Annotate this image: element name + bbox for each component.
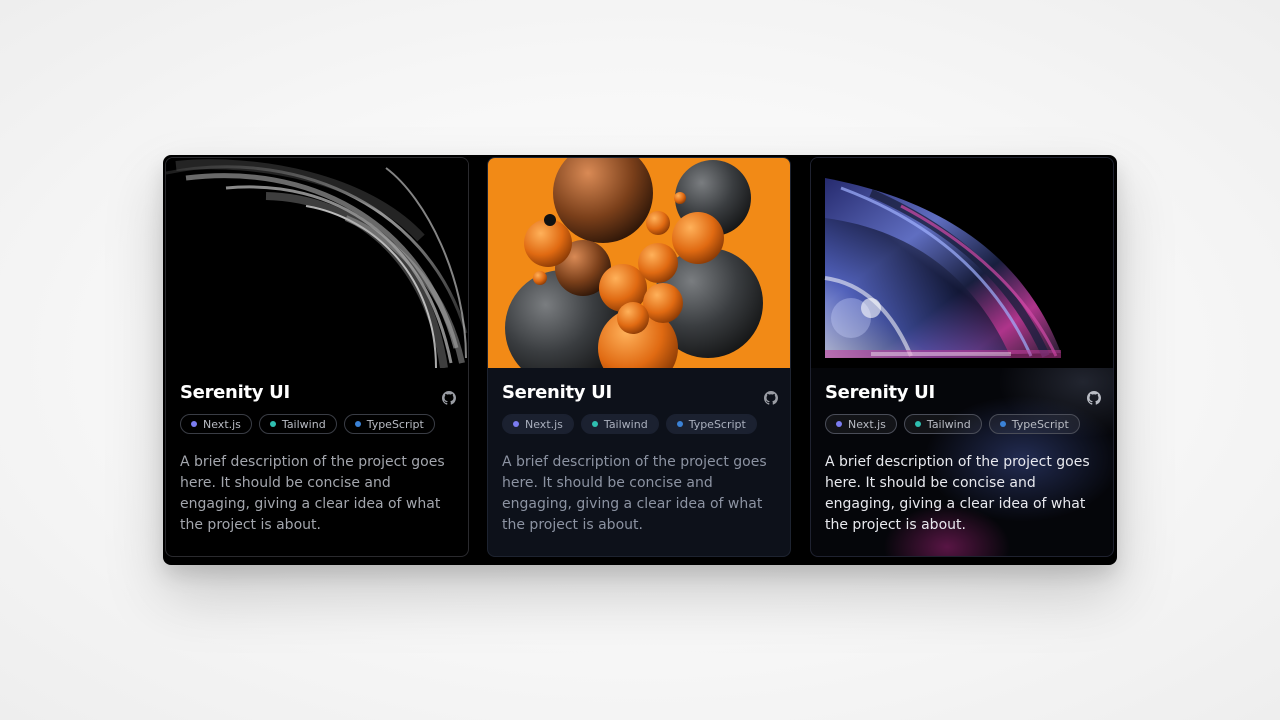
tag-label: Next.js bbox=[203, 417, 241, 431]
tag-dot bbox=[999, 421, 1006, 427]
tag-typescript: TypeScript bbox=[665, 414, 757, 434]
tag-label: Tailwind bbox=[603, 417, 648, 431]
project-image-iridescent-wave bbox=[811, 158, 1113, 368]
tag-label: Tailwind bbox=[926, 417, 971, 431]
project-title: Serenity UI bbox=[502, 382, 612, 403]
tag-dot bbox=[676, 421, 683, 427]
project-card-2[interactable]: Serenity UI Next.js Tailwind TypeScript … bbox=[487, 157, 791, 557]
project-title: Serenity UI bbox=[180, 382, 290, 403]
project-title: Serenity UI bbox=[825, 382, 935, 403]
tech-tags: Next.js Tailwind TypeScript bbox=[825, 414, 1080, 434]
tag-typescript: TypeScript bbox=[988, 414, 1080, 434]
project-image-chrome-swirl bbox=[166, 158, 468, 368]
tag-tailwind: Tailwind bbox=[258, 414, 337, 434]
tag-dot bbox=[836, 421, 842, 427]
tag-label: TypeScript bbox=[688, 417, 746, 431]
tag-typescript: TypeScript bbox=[343, 414, 435, 434]
tag-label: Tailwind bbox=[281, 417, 326, 431]
tag-tailwind: Tailwind bbox=[580, 414, 659, 434]
project-description: A brief description of the project goes … bbox=[502, 454, 767, 533]
project-card-3[interactable]: Serenity UI Next.js Tailwind TypeScript … bbox=[810, 157, 1114, 557]
tag-tailwind: Tailwind bbox=[903, 414, 982, 434]
tech-tags: Next.js Tailwind TypeScript bbox=[502, 414, 757, 434]
project-description: A brief description of the project goes … bbox=[180, 454, 445, 533]
tag-dot bbox=[191, 421, 197, 427]
tag-dot bbox=[914, 421, 921, 427]
tag-dot bbox=[591, 421, 598, 427]
github-icon[interactable] bbox=[1087, 390, 1101, 405]
project-image-orange-spheres bbox=[488, 158, 790, 368]
tag-nextjs: Next.js bbox=[180, 414, 252, 434]
project-description: A brief description of the project goes … bbox=[825, 454, 1090, 533]
project-card-1[interactable]: Serenity UI Next.js Tailwind TypeScript … bbox=[165, 157, 469, 557]
tag-label: Next.js bbox=[848, 417, 886, 431]
tech-tags: Next.js Tailwind TypeScript bbox=[180, 414, 435, 434]
tag-label: Next.js bbox=[525, 417, 563, 431]
tag-dot bbox=[354, 421, 361, 427]
github-icon[interactable] bbox=[442, 390, 456, 405]
tag-nextjs: Next.js bbox=[825, 414, 897, 434]
tag-nextjs: Next.js bbox=[502, 414, 574, 434]
tag-dot bbox=[513, 421, 519, 427]
tag-dot bbox=[269, 421, 276, 427]
tag-label: TypeScript bbox=[1011, 417, 1069, 431]
project-cards-frame: Serenity UI Next.js Tailwind TypeScript … bbox=[163, 155, 1117, 565]
tag-label: TypeScript bbox=[366, 417, 424, 431]
github-icon[interactable] bbox=[764, 390, 778, 405]
